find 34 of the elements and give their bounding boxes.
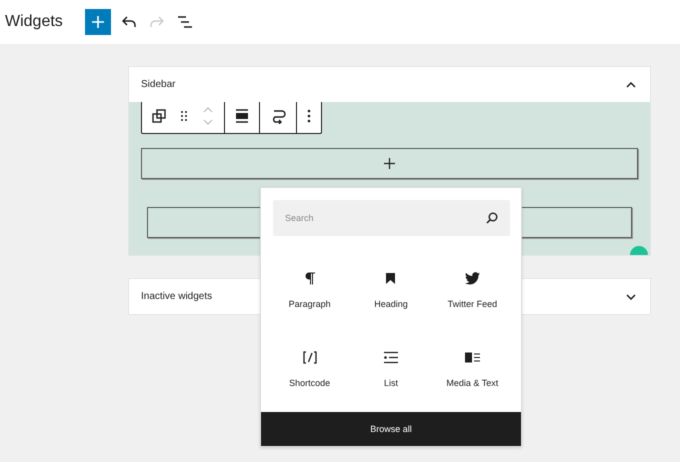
paragraph-icon bbox=[304, 272, 315, 285]
drag-handle-icon[interactable] bbox=[180, 110, 188, 122]
page-title: Widgets bbox=[5, 13, 63, 31]
block-item[interactable]: Media & Text bbox=[432, 345, 513, 407]
widget-area-title: Inactive widgets bbox=[141, 291, 212, 302]
media-text-icon bbox=[464, 351, 480, 364]
bookmark-icon bbox=[386, 272, 396, 285]
redo-icon bbox=[150, 16, 164, 28]
bird-icon bbox=[464, 272, 480, 285]
search-icon bbox=[486, 212, 498, 224]
block-appender-button[interactable] bbox=[141, 148, 638, 179]
group-icon[interactable] bbox=[152, 108, 166, 122]
block-item[interactable]: Paragraph bbox=[269, 266, 350, 328]
search-field[interactable]: Search bbox=[273, 200, 510, 236]
plus-icon bbox=[92, 16, 104, 28]
undo-icon bbox=[122, 16, 136, 28]
block-item[interactable]: List bbox=[350, 345, 432, 407]
more-options-icon[interactable] bbox=[307, 108, 311, 122]
plus-icon bbox=[384, 158, 395, 169]
toggle-button[interactable] bbox=[624, 80, 638, 90]
transform-icon[interactable] bbox=[270, 108, 286, 124]
list-icon bbox=[384, 351, 398, 364]
block-item[interactable]: Heading bbox=[350, 266, 432, 328]
toggle-button[interactable] bbox=[624, 292, 638, 302]
block-item[interactable]: Twitter Feed bbox=[432, 266, 513, 328]
align-icon[interactable] bbox=[235, 108, 249, 122]
chevron-up-icon bbox=[626, 82, 636, 88]
list-view-icon bbox=[176, 16, 193, 28]
add-block-button[interactable] bbox=[84, 9, 111, 35]
block-item[interactable]: Shortcode bbox=[269, 345, 350, 407]
browse-all-button[interactable]: Browse all bbox=[261, 412, 521, 446]
chevron-down-icon bbox=[626, 294, 636, 300]
shortcode-icon bbox=[302, 351, 317, 364]
widget-area-title: Sidebar bbox=[141, 79, 176, 90]
